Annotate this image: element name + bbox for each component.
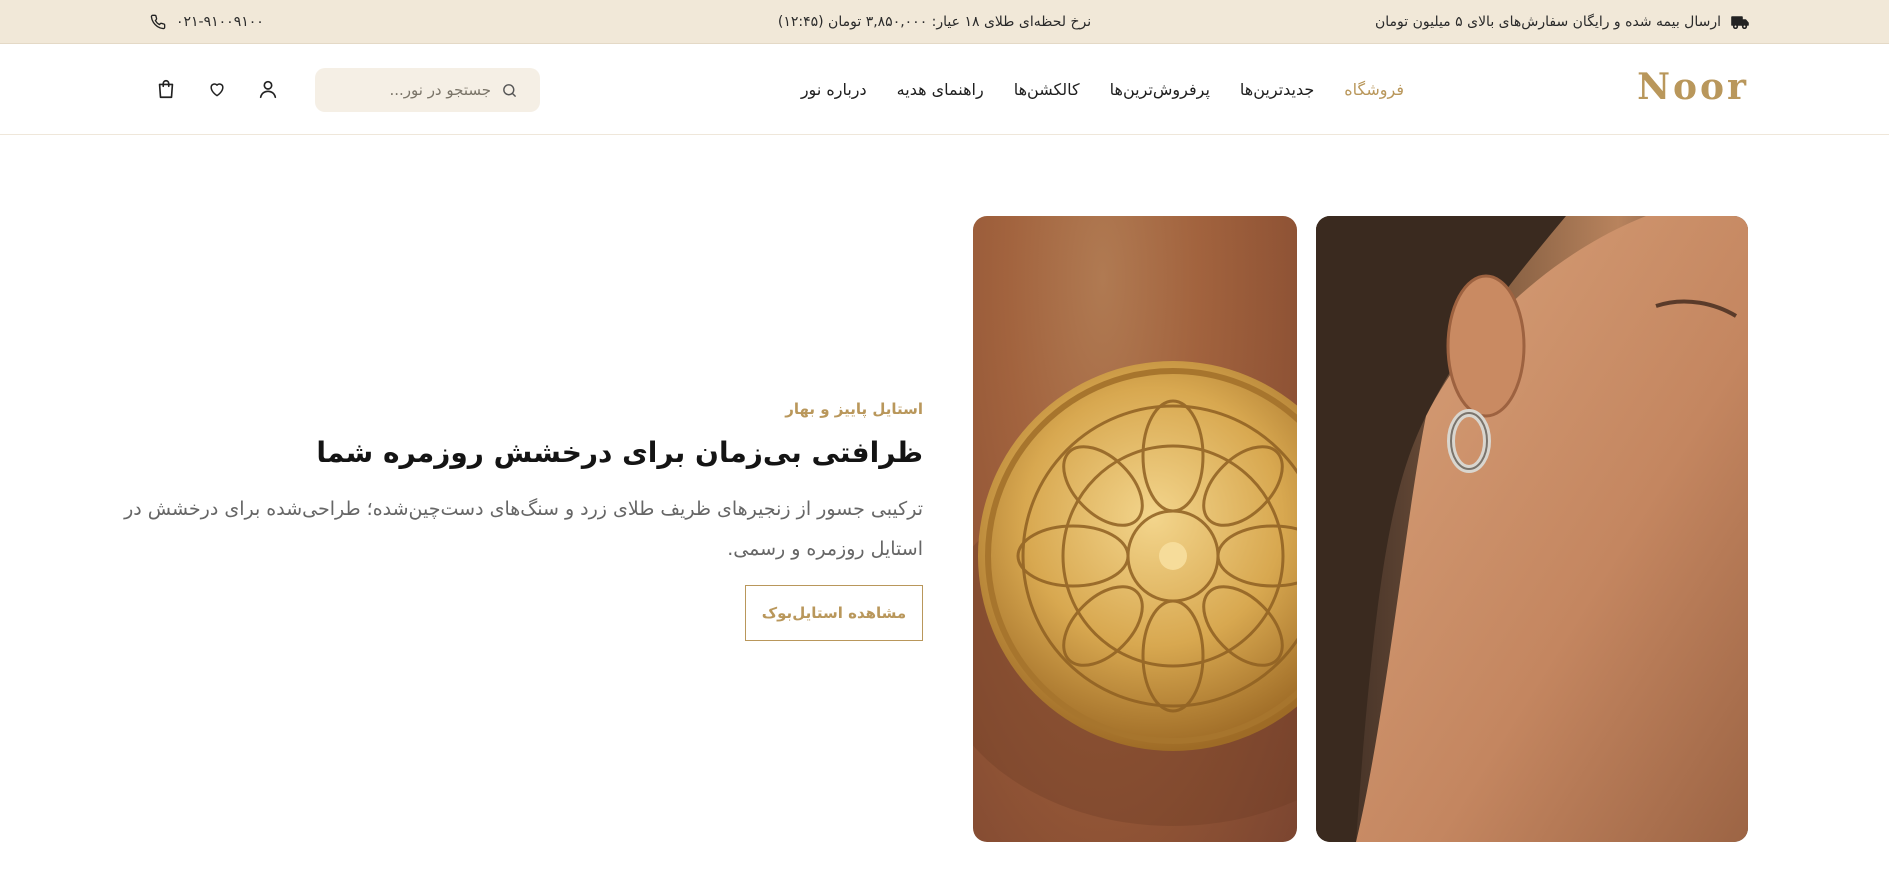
hero-headline: ظرافتی بی‌زمان برای درخشش روزمره شما xyxy=(316,436,923,469)
phone-number: ۰۲۱-۹۱۰۰۹۱۰۰ xyxy=(176,14,264,30)
nav-item-bestsellers[interactable]: پرفروش‌ترین‌ها xyxy=(1110,80,1210,99)
hero-content: استایل پاییز و بهار ظرافتی بی‌زمان برای … xyxy=(123,400,923,641)
shopping-bag-icon[interactable] xyxy=(155,78,177,100)
main-nav: فروشگاه جدیدترین‌ها پرفروش‌ترین‌ها کالکش… xyxy=(801,44,1404,134)
model-earring-photo xyxy=(1316,216,1748,842)
search-input[interactable] xyxy=(351,81,491,99)
brand-logo[interactable]: Noor xyxy=(1637,66,1749,108)
announcement-bar: ارسال بیمه شده و رایگان سفارش‌های بالای … xyxy=(0,0,1889,44)
hero-description: ترکیبی جسور از زنجیرهای ظریف طلای زرد و … xyxy=(124,498,923,560)
phone-icon xyxy=(150,14,166,30)
pendant-photo xyxy=(973,216,1297,842)
heart-icon[interactable] xyxy=(207,79,227,99)
nav-item-gift-guide[interactable]: راهنمای هدیه xyxy=(897,80,984,99)
header-actions xyxy=(155,44,279,134)
nav-item-about[interactable]: درباره نور xyxy=(801,80,867,99)
contact-phone[interactable]: ۰۲۱-۹۱۰۰۹۱۰۰ xyxy=(150,0,264,44)
nav-item-newest[interactable]: جدیدترین‌ها xyxy=(1240,80,1314,99)
view-lookbook-button[interactable]: مشاهده استایل‌بوک xyxy=(745,585,923,641)
nav-item-collections[interactable]: کالکشن‌ها xyxy=(1014,80,1080,99)
hero-eyebrow: استایل پاییز و بهار xyxy=(785,400,923,418)
search-box xyxy=(315,68,540,112)
user-icon[interactable] xyxy=(257,78,279,100)
nav-item-shop[interactable]: فروشگاه xyxy=(1344,80,1404,99)
gold-rate-text: نرخ لحظه‌ای طلای ۱۸ عیار: ۳,۸۵۰,۰۰۰ توما… xyxy=(777,14,1092,30)
site-header: Noor فروشگاه جدیدترین‌ها پرفروش‌ترین‌ها … xyxy=(0,44,1889,135)
gold-rate-ticker: نرخ لحظه‌ای طلای ۱۸ عیار: ۳,۸۵۰,۰۰۰ توما… xyxy=(0,0,1889,44)
search-icon[interactable] xyxy=(501,82,518,99)
